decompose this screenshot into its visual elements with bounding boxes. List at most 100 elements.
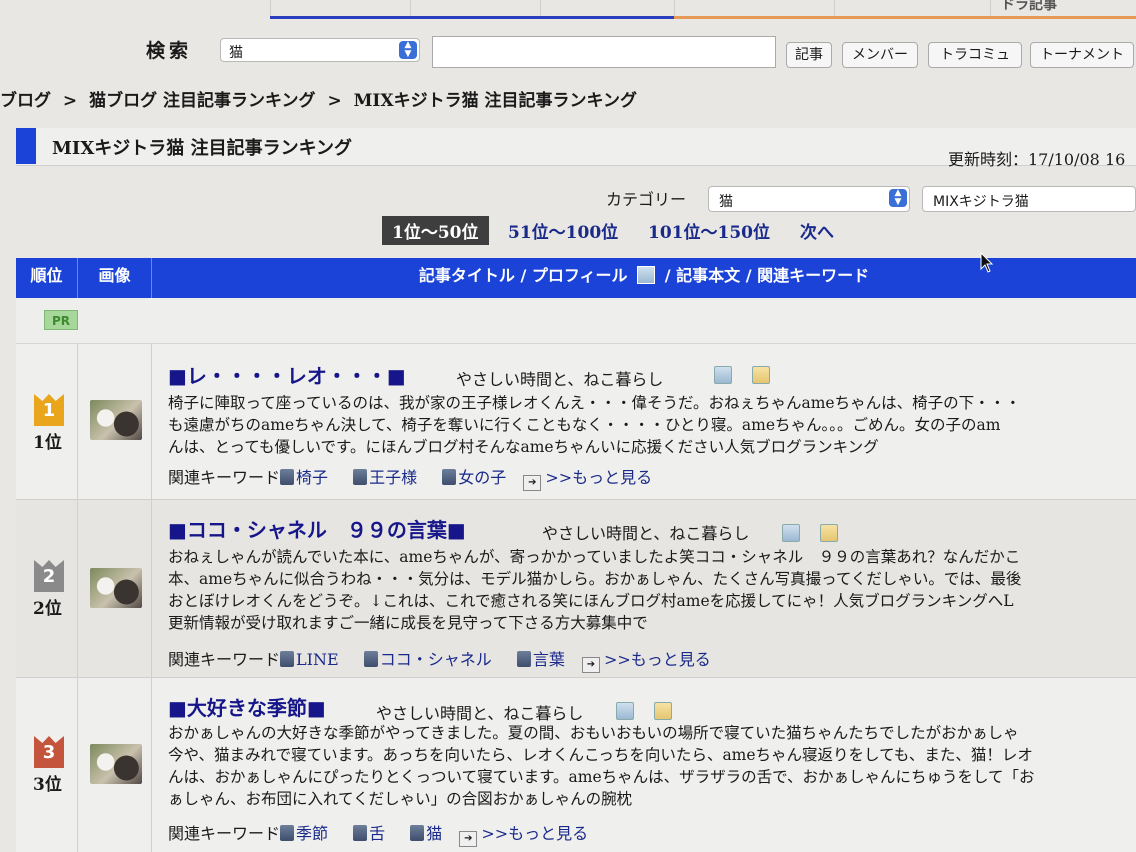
breadcrumb: ブログ > 猫ブログ 注目記事ランキング > MIXキジトラ猫 注目記事ランキン… [0,86,637,111]
profile-icon[interactable] [616,702,634,720]
tab-underline-orange [674,16,1136,19]
keyword-icon [363,651,378,667]
blog-name-link[interactable]: やさしい時間と、ねこ暮らし [542,520,749,544]
article-excerpt: おかぁしゃんの大好きな季節がやってきました。夏の間、おもいおもいの場所で寝ていた… [168,722,1136,810]
breadcrumb-cat-ranking-link[interactable]: 猫ブログ 注目記事ランキング [89,91,315,111]
article-excerpt: おねぇしゃんが読んでいた本に、ameちゃんが、寄っかかっていましたよ笑ココ・シャ… [168,546,1136,634]
article-title-link[interactable]: ■大好きな季節■ [168,692,326,721]
breadcrumb-blog-link[interactable]: ブログ [0,91,51,111]
keyword-link[interactable]: 季節 [296,824,328,843]
excerpt-line: おかぁしゃんの大好きな季節がやってきました。夏の間、おもいおもいの場所で寝ていた… [168,724,1019,742]
see-more-link[interactable]: >>もっと見る [481,824,588,843]
category-primary-select[interactable]: 猫 ▲ ▼ [708,186,910,212]
article-title-link[interactable]: ■ココ・シャネル ９９の言葉■ [168,514,466,543]
header-title-profile: 記事タイトル / プロフィール [418,266,628,285]
keyword-link[interactable]: LINE [296,650,339,669]
search-articles-button[interactable]: 記事 [786,42,832,68]
category-secondary-select[interactable]: MIXキジトラ猫 [922,186,1136,212]
header-rank: 順位 [16,258,78,298]
search-members-button[interactable]: メンバー [842,42,918,68]
keyword-link[interactable]: ココ・シャネル [380,650,492,669]
article-excerpt: 椅子に陣取って座っているのは、我が家の王子様レオくんえ・・・偉そうだ。おねぇちゃ… [168,392,1136,458]
image-cell [78,344,152,499]
article-title-link[interactable]: ■レ・・・・レオ・・・■ [168,360,406,389]
more-arrow-icon: ➔ [523,475,542,491]
rank-cell: 3 3位 [16,678,78,852]
keyword-link[interactable]: 王子様 [369,468,417,487]
category-secondary-value: MIXキジトラ猫 [933,194,1029,210]
keyword-icon [353,825,368,841]
select-arrow-icon: ▲ ▼ [399,41,417,59]
keyword-row: 関連キーワード 椅子 王子様 女の子 ➔ >>もっと見る [168,464,652,491]
article-thumbnail[interactable] [90,400,142,440]
keyword-link[interactable]: 椅子 [296,468,328,487]
rank-text: 2位 [33,599,62,619]
page-next-link[interactable]: 次へ [800,218,834,243]
see-more-link[interactable]: >>もっと見る [604,650,711,669]
keyword-link[interactable]: 言葉 [533,650,565,669]
search-tournament-button[interactable]: トーナメント [1030,42,1134,68]
excerpt-line: も遠慮がちのameちゃん決して、椅子を奪いに行くこともなく・・・・ひとり寝。am… [168,416,1001,434]
keyword-icon [442,469,457,485]
keyword-icon [516,651,531,667]
page-current: 1位〜50位 [382,216,489,245]
keyword-row: 関連キーワード LINE ココ・シャネル 言葉 ➔ >>もっと見る [168,646,711,673]
pr-badge: PR [44,310,78,330]
ranking-table-header: 順位 画像 記事タイトル / プロフィール / 記事本文 / 関連キーワード [16,258,1136,298]
keyword-icon [280,651,295,667]
excerpt-line: ぁしゃん、お布団に入れてくだしゃい」の合図おかぁしゃんの腕枕 [168,790,633,808]
keyword-label: 関連キーワード [168,824,281,843]
table-row: 3 3位 ■大好きな季節■ やさしい時間と、ねこ暮らし おかぁしゃんの大好きな季… [16,678,1136,852]
breadcrumb-separator: > [327,91,342,111]
table-row: 1 1位 ■レ・・・・レオ・・・■ やさしい時間と、ねこ暮らし 椅子に陣取って座… [16,344,1136,500]
keyword-icon [280,825,295,841]
select-arrow-icon: ▲ ▼ [889,189,907,207]
page-link-101-150[interactable]: 101位〜150位 [648,218,770,243]
gold-medal-icon: 1 [34,394,64,426]
see-more-link[interactable]: >>もっと見る [545,468,652,487]
keyword-icon [410,825,425,841]
category-label: カテゴリー [606,190,687,209]
pr-row: PR [16,298,1136,344]
mouse-cursor-icon [980,252,994,273]
rank-cell: 1 1位 [16,344,78,499]
blog-name-link[interactable]: やさしい時間と、ねこ暮らし [456,366,663,390]
excerpt-line: んは、おかぁしゃんにぴったりとくっついて寝ています。ameちゃんは、ザラザラの舌… [168,768,1035,786]
search-select-value: 猫 [229,45,243,61]
header-image: 画像 [78,258,152,298]
article-thumbnail[interactable] [90,568,142,608]
page-title: MIXキジトラ猫 注目記事ランキング [52,138,353,159]
profile-icon [637,266,656,284]
profile-icon[interactable] [714,366,732,384]
keyword-link[interactable]: 舌 [369,824,385,843]
search-toracomu-button[interactable]: トラコミュ [928,42,1022,68]
header-body-keywords: / 記事本文 / 関連キーワード [664,266,870,285]
excerpt-line: 椅子に陣取って座っているのは、我が家の王子様レオくんえ・・・偉そうだ。おねぇちゃ… [168,394,1021,412]
article-thumbnail[interactable] [90,744,142,784]
top-tab-strip: ドラ記事 [0,0,1136,20]
profile-icon[interactable] [782,524,800,542]
section-accent-bar [16,128,36,164]
search-label: 検索 [146,40,193,62]
updated-time: 更新時刻：17/10/08 16 [948,150,1126,169]
more-arrow-icon: ➔ [581,657,600,673]
excerpt-line: おねぇしゃんが読んでいた本に、ameちゃんが、寄っかかっていましたよ笑ココ・シャ… [168,548,1021,566]
article-icon[interactable] [752,366,770,384]
excerpt-line: 更新情報が受け取れますご一緒に成長を見守って下さる方大募集中で [168,614,648,632]
section-header: MIXキジトラ猫 注目記事ランキング 更新時刻：17/10/08 16 [16,128,1136,169]
image-cell [78,500,152,677]
keyword-link[interactable]: 女の子 [458,468,506,487]
breadcrumb-current: MIXキジトラ猫 注目記事ランキング [353,91,637,111]
article-icon[interactable] [654,702,672,720]
blog-name-link[interactable]: やさしい時間と、ねこ暮らし [376,700,583,724]
rank-text: 3位 [33,775,62,795]
category-primary-value: 猫 [719,194,733,210]
excerpt-line: 本、ameちゃんに似合うわね・・・気分は、モデル猫かしら。おかぁしゃん、たくさん… [168,570,1022,588]
keyword-label: 関連キーワード [168,650,281,669]
article-icon[interactable] [820,524,838,542]
search-category-select[interactable]: 猫 ▲ ▼ [220,38,420,62]
page-link-51-100[interactable]: 51位〜100位 [508,218,618,243]
keyword-icon [353,469,368,485]
keyword-link[interactable]: 猫 [426,824,442,843]
search-input[interactable] [432,36,776,68]
